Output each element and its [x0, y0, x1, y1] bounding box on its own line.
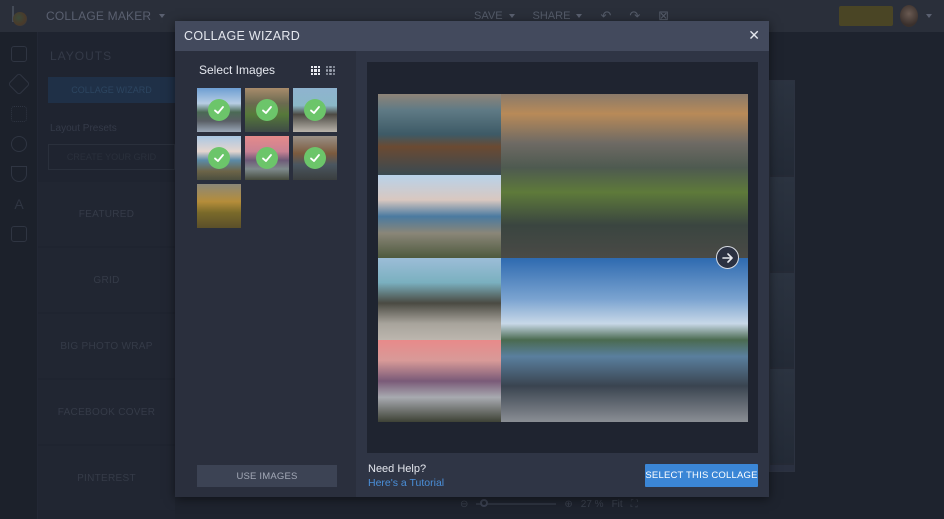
layout-presets-label: Layout Presets — [50, 123, 117, 134]
preset-big-photo-wrap[interactable]: BIG PHOTO WRAP — [38, 314, 175, 378]
app-menu-label: COLLAGE MAKER — [46, 9, 152, 23]
edit-icon[interactable] — [7, 72, 31, 96]
zoom-bar: ⊖ ⊕ 27 % Fit ⛶ — [460, 496, 700, 512]
thumbnail-coast-rocks-blue-sky[interactable] — [197, 88, 241, 132]
preset-facebook-cover[interactable]: FACEBOOK COVER — [38, 380, 175, 444]
stickers-icon[interactable] — [11, 136, 27, 152]
arrow-right-icon — [721, 252, 733, 263]
use-images-button[interactable]: USE IMAGES — [197, 465, 337, 487]
zoom-slider-knob[interactable] — [479, 499, 488, 507]
thumbnail-green-cliff-sunset[interactable] — [245, 88, 289, 132]
layouts-icon[interactable] — [11, 46, 27, 62]
textures-icon[interactable] — [11, 226, 27, 242]
collage-tile-sea-stacks[interactable] — [378, 94, 501, 175]
zoom-in-icon[interactable]: ⊕ — [564, 499, 572, 510]
app-root: COLLAGE MAKER SAVE SHARE ↶ ↷ ⊠ A LAYOUTS… — [0, 0, 944, 519]
modal-header: COLLAGE WIZARD — [175, 21, 769, 51]
zoom-slider[interactable] — [476, 499, 557, 507]
collage-wizard-button[interactable]: COLLAGE WIZARD — [48, 77, 175, 103]
canvas-preview — [769, 80, 795, 472]
chevron-down-icon — [508, 14, 515, 18]
select-all-icon[interactable] — [326, 66, 335, 75]
text-icon[interactable]: A — [11, 196, 27, 212]
preset-pinterest[interactable]: PINTEREST — [38, 446, 175, 510]
thumbnail-beach-boulders[interactable] — [293, 88, 337, 132]
view-toggle — [311, 66, 335, 75]
chevron-down-icon — [576, 14, 583, 18]
thumbnail-golden-hills[interactable] — [197, 184, 241, 228]
avatar[interactable] — [900, 5, 918, 27]
thumbnail-grid — [197, 88, 338, 228]
checkmark-icon — [208, 99, 230, 121]
preset-grid[interactable]: GRID — [38, 248, 175, 312]
grid-icon[interactable] — [11, 106, 27, 122]
fit-button[interactable]: Fit — [612, 499, 623, 510]
help-question: Need Help? — [368, 463, 427, 475]
zoom-level: 27 % — [580, 498, 604, 510]
zoom-out-icon[interactable]: ⊖ — [460, 499, 468, 510]
app-menu[interactable]: COLLAGE MAKER — [40, 4, 171, 28]
thumbnail-rocky-shore-pools[interactable] — [197, 136, 241, 180]
modal-title: COLLAGE WIZARD — [184, 29, 301, 43]
collage-wizard-modal: COLLAGE WIZARD ✕ Select Images USE IMAGE… — [175, 21, 769, 497]
collage-tile-pink-sky-arch[interactable] — [378, 340, 501, 422]
thumbnail-pink-sky-arch[interactable] — [245, 136, 289, 180]
thumbnail-sea-stacks[interactable] — [293, 136, 337, 180]
frames-icon[interactable] — [11, 166, 27, 182]
chevron-down-icon[interactable] — [926, 14, 932, 18]
fullscreen-icon[interactable]: ⛶ — [631, 499, 638, 510]
sidebar-title: LAYOUTS — [50, 49, 113, 63]
create-grid-button[interactable]: CREATE YOUR GRID — [48, 144, 175, 170]
chevron-down-icon — [159, 14, 166, 18]
help-section: Need Help? Here's a Tutorial — [368, 463, 444, 489]
collage-tile-rock-pools[interactable] — [378, 175, 501, 258]
tutorial-link[interactable]: Here's a Tutorial — [368, 477, 444, 489]
checkmark-icon — [208, 147, 230, 169]
preset-featured[interactable]: FEATURED — [38, 182, 175, 246]
upgrade-button[interactable] — [839, 6, 893, 26]
collage-tile-cliff-sunset[interactable] — [501, 94, 748, 258]
checkmark-icon — [256, 147, 278, 169]
collage-tile-beach-boulders[interactable] — [378, 258, 501, 340]
checkmark-icon — [304, 147, 326, 169]
collage-preview — [367, 62, 758, 453]
close-icon[interactable]: ✕ — [748, 28, 760, 42]
collage-layout — [378, 94, 748, 422]
tool-rail: A — [0, 32, 38, 519]
next-layout-button[interactable] — [716, 246, 739, 269]
layouts-sidebar: LAYOUTS COLLAGE WIZARD Layout Presets CR… — [38, 32, 175, 519]
checkmark-icon — [256, 99, 278, 121]
app-logo[interactable] — [10, 6, 28, 26]
select-this-collage-button[interactable]: SELECT THIS COLLAGE — [645, 464, 758, 487]
select-images-label: Select Images — [199, 63, 276, 77]
checkmark-icon — [304, 99, 326, 121]
collage-tile-coast-blue-sky[interactable] — [501, 258, 748, 422]
image-picker-pane: Select Images USE IMAGES — [175, 51, 356, 497]
grid-view-icon[interactable] — [311, 66, 320, 75]
